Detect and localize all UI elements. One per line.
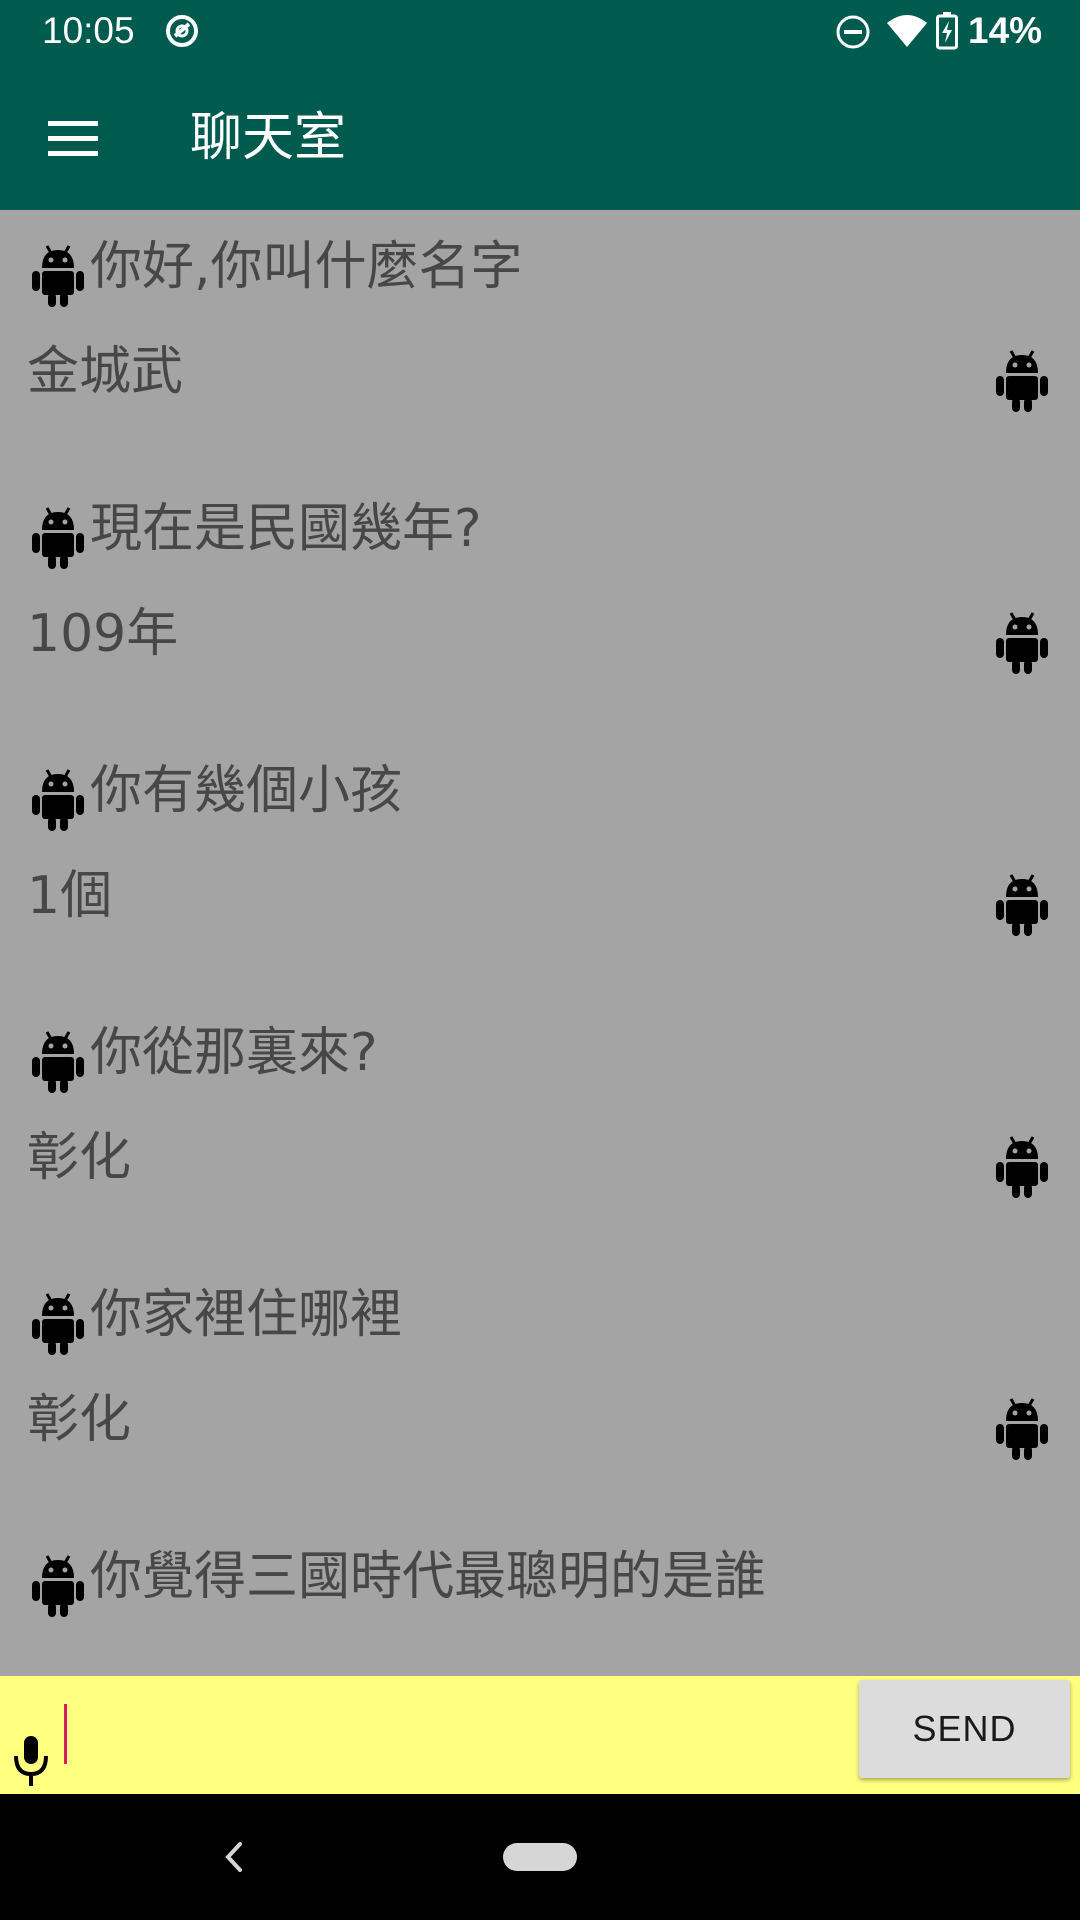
chat-screen: 10:05 14% 聊天室 你好,你叫什麼名字 金城武 現在是民國幾年? 109… xyxy=(0,0,1080,1920)
question-text: 你從那裏來? xyxy=(90,1023,378,1083)
hamburger-menu-icon[interactable] xyxy=(38,103,108,173)
message-input[interactable] xyxy=(58,1682,852,1788)
question-text: 你家裡住哪裡 xyxy=(90,1285,403,1345)
chat-list[interactable]: 你好,你叫什麼名字 金城武 現在是民國幾年? 109年 你有幾個小孩 1個 你從… xyxy=(0,210,1080,1676)
question-row: 現在是民國幾年? xyxy=(0,472,1080,592)
question-row: 你家裡住哪裡 xyxy=(0,1258,1080,1378)
sync-icon xyxy=(166,15,198,47)
android-bot-icon xyxy=(996,1136,1048,1198)
answer-row: 彰化 xyxy=(0,1363,1080,1483)
answer-text: 金城武 xyxy=(27,342,184,402)
answer-text: 彰化 xyxy=(27,1128,132,1188)
android-bot-icon xyxy=(996,612,1048,674)
system-nav-bar xyxy=(0,1794,1080,1920)
status-bar: 10:05 14% xyxy=(0,0,1080,63)
home-pill-icon[interactable] xyxy=(503,1843,577,1871)
android-bot-icon xyxy=(32,769,84,831)
question-row: 你好,你叫什麼名字 xyxy=(0,210,1080,330)
answer-row: 金城武 xyxy=(0,315,1080,435)
back-icon[interactable] xyxy=(214,1834,254,1880)
android-bot-icon xyxy=(32,245,84,307)
battery-percent: 14% xyxy=(968,10,1043,51)
question-text: 現在是民國幾年? xyxy=(90,499,482,559)
answer-text: 109年 xyxy=(27,604,179,664)
do-not-disturb-icon xyxy=(836,15,870,49)
page-title: 聊天室 xyxy=(190,108,347,168)
question-text: 你好,你叫什麼名字 xyxy=(90,237,523,297)
status-time: 10:05 xyxy=(42,10,135,51)
answer-text: 1個 xyxy=(27,866,113,926)
android-bot-icon xyxy=(32,1555,84,1617)
question-text: 你覺得三國時代最聰明的是誰 xyxy=(90,1547,767,1607)
microphone-icon[interactable] xyxy=(10,1734,52,1790)
answer-text: 彰化 xyxy=(27,1390,132,1450)
question-row: 你有幾個小孩 xyxy=(0,734,1080,854)
android-bot-icon xyxy=(996,350,1048,412)
android-bot-icon xyxy=(996,1398,1048,1460)
android-bot-icon xyxy=(32,507,84,569)
question-text: 你有幾個小孩 xyxy=(90,761,403,821)
send-button[interactable]: SEND xyxy=(859,1680,1070,1778)
android-bot-icon xyxy=(996,874,1048,936)
android-bot-icon xyxy=(32,1293,84,1355)
answer-row: 109年 xyxy=(0,577,1080,697)
question-row: 你覺得三國時代最聰明的是誰 xyxy=(0,1520,1080,1640)
answer-row: 1個 xyxy=(0,839,1080,959)
question-row: 你從那裏來? xyxy=(0,996,1080,1116)
text-caret xyxy=(64,1704,67,1764)
message-input-bar: SEND xyxy=(0,1676,1080,1794)
battery-charging-icon xyxy=(936,12,958,50)
wifi-icon xyxy=(887,15,927,47)
app-bar: 聊天室 xyxy=(0,63,1080,210)
answer-row: 彰化 xyxy=(0,1101,1080,1221)
android-bot-icon xyxy=(32,1031,84,1093)
